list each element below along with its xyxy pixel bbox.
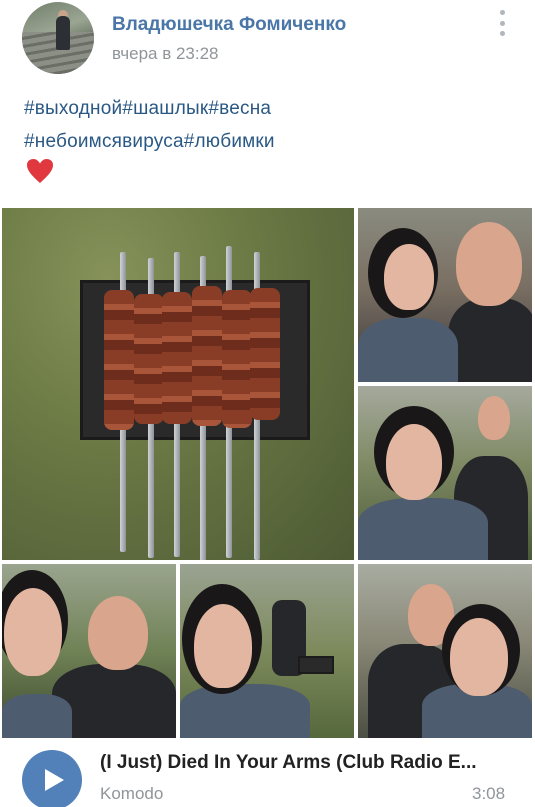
- woman-jacket: [180, 684, 310, 738]
- heart-icon: [27, 159, 53, 183]
- meat-skewer: [162, 292, 192, 424]
- post-header: Владюшечка Фомиченко вчера в 23:28: [0, 0, 535, 88]
- woman-face: [194, 604, 252, 688]
- track-artist[interactable]: Komodo: [100, 784, 163, 804]
- post-time[interactable]: вчера в 23:28: [112, 44, 219, 64]
- meat-skewer: [104, 290, 134, 430]
- avatar-figure: [56, 16, 70, 50]
- meat-skewer: [192, 286, 222, 426]
- woman-face: [450, 618, 508, 696]
- woman-jacket: [2, 694, 72, 738]
- play-button[interactable]: [22, 750, 82, 807]
- track-duration: 3:08: [472, 784, 506, 803]
- meat-skewer: [134, 294, 164, 424]
- man-face: [478, 396, 510, 440]
- play-icon: [45, 769, 64, 791]
- hashtags-line-2[interactable]: #небоимсявируса#любимки: [24, 125, 524, 158]
- hashtags-line-1[interactable]: #выходной#шашлык#весна: [24, 92, 524, 125]
- woman-face: [386, 424, 442, 500]
- woman-jacket: [358, 318, 458, 382]
- avatar[interactable]: [22, 2, 94, 74]
- couple-selfie-1[interactable]: [358, 208, 532, 382]
- couple-selfie-3[interactable]: [2, 564, 176, 738]
- audio-attachment: (I Just) Died In Your Arms (Club Radio E…: [0, 744, 535, 807]
- man-face: [456, 222, 522, 306]
- couple-selfie-2[interactable]: [358, 386, 532, 560]
- woman-face: [4, 588, 62, 676]
- woman-face: [384, 244, 434, 310]
- grill-skewers-photo[interactable]: [2, 208, 354, 560]
- man-face: [88, 596, 148, 670]
- woman-selfie-grill[interactable]: [180, 564, 354, 738]
- more-options-icon[interactable]: [496, 10, 508, 36]
- couple-selfie-4[interactable]: [358, 564, 532, 738]
- small-grill: [298, 656, 334, 674]
- woman-jacket: [358, 498, 488, 560]
- meat-skewer: [222, 290, 252, 428]
- post-text: #выходной#шашлык#весна #небоимсявируса#л…: [24, 92, 524, 158]
- man-jacket: [448, 298, 532, 382]
- author-name[interactable]: Владюшечка Фомиченко: [112, 14, 346, 36]
- meat-skewer: [250, 288, 280, 420]
- track-title[interactable]: (I Just) Died In Your Arms (Club Radio E…: [100, 752, 520, 774]
